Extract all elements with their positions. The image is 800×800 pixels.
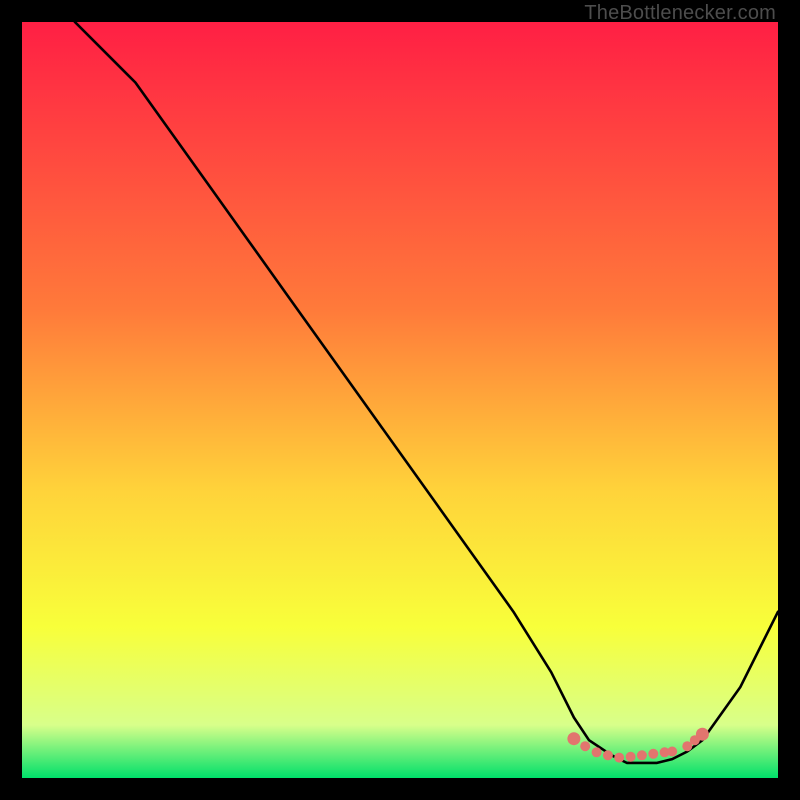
marker-dot [614, 753, 624, 763]
chart-frame [22, 22, 778, 778]
marker-dot [637, 750, 647, 760]
marker-dot [603, 750, 613, 760]
gradient-background [22, 22, 778, 778]
marker-dot [667, 747, 677, 757]
marker-dot [567, 732, 580, 745]
bottleneck-chart [22, 22, 778, 778]
marker-dot [626, 752, 636, 762]
marker-dot [592, 747, 602, 757]
marker-dot [580, 741, 590, 751]
marker-dot [648, 749, 658, 759]
marker-dot [696, 728, 709, 741]
